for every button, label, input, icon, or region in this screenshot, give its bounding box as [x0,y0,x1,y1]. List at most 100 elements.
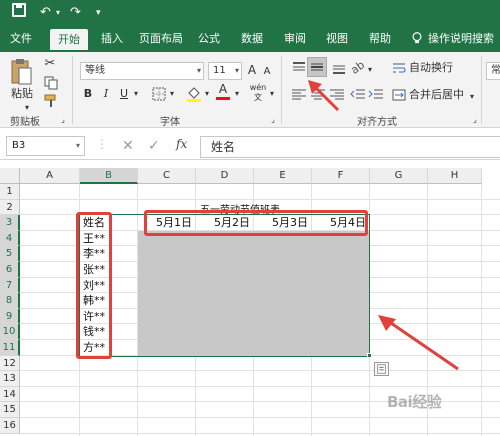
font-color-dropdown-icon[interactable]: ▾ [233,86,241,102]
wrap-text-icon[interactable] [392,61,406,75]
paste-icon[interactable] [10,58,32,86]
wrap-text-button[interactable]: 自动换行 [409,60,461,76]
highlight-date-header [144,210,368,236]
clipboard-group-label: 剪贴板 [10,117,40,128]
font-size-select[interactable]: 11 ▾ [208,62,242,80]
format-painter-icon[interactable] [44,94,58,108]
name-box[interactable]: B3 ▾ [6,136,85,156]
row-header-1[interactable]: 1 [0,184,20,200]
column-header-f[interactable]: F [312,168,370,184]
clipboard-launcher-icon[interactable]: ⌟ [58,112,68,128]
gridline-vertical [481,184,482,436]
tab-data[interactable]: 数据 [236,26,268,52]
phonetic-guide-button[interactable]: wén 文 [248,83,268,103]
row-header-10[interactable]: 10 [0,324,20,340]
number-format-value: 常 [491,65,500,76]
number-format-select[interactable]: 常 [486,62,500,80]
column-header-e[interactable]: E [254,168,312,184]
tab-formulas[interactable]: 公式 [194,26,224,52]
ribbon-tabs: 文件 开始 插入 页面布局 公式 数据 审阅 视图 帮助 操作说明搜索 [0,26,500,52]
chevron-down-icon: ▾ [234,66,239,75]
row-header-5[interactable]: 5 [0,246,20,262]
bold-button[interactable]: B [82,86,94,102]
row-header-13[interactable]: 13 [0,371,20,387]
tab-home[interactable]: 开始 [50,29,88,52]
row-header-9[interactable]: 9 [0,308,20,325]
merge-center-icon[interactable] [392,88,406,102]
merge-center-button[interactable]: 合并后居中 [409,87,469,103]
decrease-font-icon[interactable]: A [262,64,272,80]
customize-qat-icon[interactable]: ▾ [96,3,101,23]
column-header-b[interactable]: B [80,168,138,184]
row-header-7[interactable]: 7 [0,277,20,294]
undo-icon[interactable]: ↶ [40,3,51,23]
column-header-h[interactable]: H [428,168,482,184]
decrease-indent-icon[interactable] [350,88,366,102]
select-all-corner[interactable] [0,168,20,184]
font-name-value: 等线 [85,65,105,76]
italic-button[interactable]: I [100,86,112,102]
tab-insert[interactable]: 插入 [96,26,128,52]
enter-icon[interactable]: ✓ [148,138,160,154]
copy-icon[interactable] [44,76,58,90]
underline-dropdown-icon[interactable]: ▾ [132,86,140,102]
increase-font-icon[interactable]: A [246,62,258,78]
gridline-horizontal [20,432,500,434]
align-bottom-icon[interactable] [331,60,347,76]
row-header-8[interactable]: 8 [0,293,20,309]
resize-dots-icon[interactable]: ⋮ [96,136,108,152]
borders-icon[interactable] [152,87,166,101]
fill-handle[interactable] [367,352,372,358]
row-header-16[interactable]: 16 [0,418,20,434]
tab-file[interactable]: 文件 [4,26,38,52]
undo-dropdown-icon[interactable]: ▾ [56,3,60,23]
alignment-launcher-icon[interactable]: ⌟ [470,112,480,128]
merge-dropdown-icon[interactable]: ▾ [468,89,476,105]
row-header-14[interactable]: 14 [0,386,20,403]
divider [281,56,282,124]
row-header-4[interactable]: 4 [0,230,20,247]
row-header-3[interactable]: 3 [0,215,20,231]
divider [481,56,482,124]
gridline-horizontal [20,198,500,200]
fill-color-dropdown-icon[interactable]: ▾ [203,86,211,102]
tell-me-search[interactable]: 操作说明搜索 [428,26,500,52]
orientation-dropdown-icon[interactable]: ▾ [366,62,374,78]
save-icon[interactable] [12,3,26,17]
gridline-horizontal [20,385,500,387]
align-top-icon[interactable] [291,60,307,76]
fill-color-icon[interactable] [186,85,202,103]
row-header-2[interactable]: 2 [0,199,20,216]
tab-review[interactable]: 审阅 [280,26,310,52]
tab-page-layout[interactable]: 页面布局 [136,26,186,52]
borders-dropdown-icon[interactable]: ▾ [168,86,176,102]
tab-help[interactable]: 帮助 [364,26,396,52]
column-header-g[interactable]: G [370,168,428,184]
align-middle-button[interactable] [307,57,327,77]
font-name-select[interactable]: 等线 ▾ [80,62,204,80]
row-header-12[interactable]: 12 [0,355,20,372]
align-middle-icon [311,63,323,71]
cut-icon[interactable]: ✂ [42,56,58,72]
formula-input[interactable]: 姓名 [200,136,500,158]
ribbon: 粘贴 ▾ ✂ 剪贴板 ⌟ 等线 ▾ 11 ▾ A A B I U ▾ ▾ ▾ A… [0,52,500,128]
redo-icon[interactable]: ↷ [70,3,81,23]
font-size-value: 11 [213,65,226,76]
row-header-11[interactable]: 11 [0,340,20,356]
row-header-15[interactable]: 15 [0,402,20,418]
column-header-a[interactable]: A [20,168,80,184]
column-header-d[interactable]: D [196,168,254,184]
divider [72,56,73,124]
cancel-icon[interactable]: ✕ [122,138,134,154]
font-color-icon[interactable]: A [216,82,230,100]
font-launcher-icon[interactable]: ⌟ [268,112,278,128]
gridline-horizontal [20,417,500,418]
column-header-c[interactable]: C [138,168,196,184]
tab-view[interactable]: 视图 [322,26,352,52]
underline-button[interactable]: U [118,86,130,102]
insert-function-icon[interactable]: fx [176,137,187,151]
increase-indent-icon[interactable] [368,88,384,102]
lightbulb-icon [412,32,422,44]
phonetic-dropdown-icon[interactable]: ▾ [268,86,276,102]
row-header-6[interactable]: 6 [0,262,20,278]
